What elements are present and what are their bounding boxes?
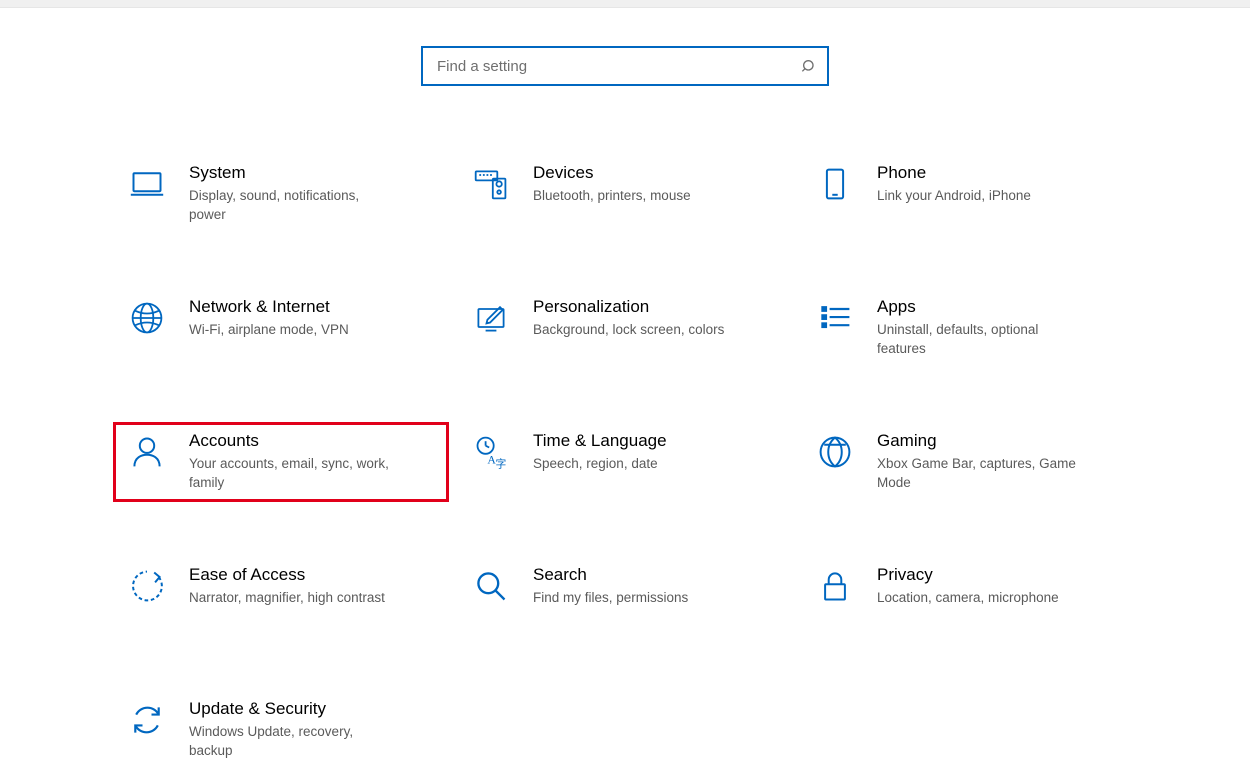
tile-apps[interactable]: Apps Uninstall, defaults, optional featu… — [801, 288, 1137, 368]
phone-icon — [815, 164, 855, 204]
tile-privacy[interactable]: Privacy Location, camera, microphone — [801, 556, 1137, 636]
tile-title: Apps — [877, 296, 1117, 318]
search-input[interactable] — [435, 57, 801, 76]
tile-title: Privacy — [877, 564, 1117, 586]
tile-update-security[interactable]: Update & Security Windows Update, recove… — [113, 690, 449, 769]
search-box[interactable] — [421, 46, 829, 86]
gaming-icon — [815, 432, 855, 472]
update-icon — [127, 700, 167, 740]
accounts-icon — [127, 432, 167, 472]
settings-grid: System Display, sound, notifications, po… — [113, 154, 1137, 769]
globe-icon — [127, 298, 167, 338]
tile-title: Devices — [533, 162, 773, 184]
tile-gaming[interactable]: Gaming Xbox Game Bar, captures, Game Mod… — [801, 422, 1137, 502]
tile-title: Time & Language — [533, 430, 773, 452]
tile-desc: Speech, region, date — [533, 454, 743, 473]
tile-title: Ease of Access — [189, 564, 429, 586]
system-icon — [127, 164, 167, 204]
tile-desc: Find my files, permissions — [533, 588, 743, 607]
tile-personalization[interactable]: Personalization Background, lock screen,… — [457, 288, 793, 368]
tile-desc: Your accounts, email, sync, work, family — [189, 454, 399, 492]
tile-desc: Uninstall, defaults, optional features — [877, 320, 1087, 358]
tile-devices[interactable]: Devices Bluetooth, printers, mouse — [457, 154, 793, 234]
devices-icon — [471, 164, 511, 204]
apps-icon — [815, 298, 855, 338]
personalization-icon — [471, 298, 511, 338]
window-top-border — [0, 0, 1250, 8]
search-tile-icon — [471, 566, 511, 606]
tile-phone[interactable]: Phone Link your Android, iPhone — [801, 154, 1137, 234]
tile-search[interactable]: Search Find my files, permissions — [457, 556, 793, 636]
tile-desc: Windows Update, recovery, backup — [189, 722, 399, 760]
tile-desc: Display, sound, notifications, power — [189, 186, 399, 224]
tile-title: System — [189, 162, 429, 184]
tile-title: Update & Security — [189, 698, 429, 720]
svg-text:字: 字 — [496, 457, 507, 470]
tile-title: Accounts — [189, 430, 429, 452]
tile-title: Personalization — [533, 296, 773, 318]
tile-desc: Bluetooth, printers, mouse — [533, 186, 743, 205]
tile-desc: Link your Android, iPhone — [877, 186, 1087, 205]
tile-title: Gaming — [877, 430, 1117, 452]
search-icon — [801, 58, 817, 74]
tile-system[interactable]: System Display, sound, notifications, po… — [113, 154, 449, 234]
tile-title: Network & Internet — [189, 296, 429, 318]
ease-of-access-icon — [127, 566, 167, 606]
tile-time-language[interactable]: A 字 Time & Language Speech, region, date — [457, 422, 793, 502]
time-language-icon: A 字 — [471, 432, 511, 472]
tile-desc: Background, lock screen, colors — [533, 320, 743, 339]
tile-desc: Xbox Game Bar, captures, Game Mode — [877, 454, 1087, 492]
tile-ease-of-access[interactable]: Ease of Access Narrator, magnifier, high… — [113, 556, 449, 636]
tile-desc: Narrator, magnifier, high contrast — [189, 588, 399, 607]
tile-desc: Wi-Fi, airplane mode, VPN — [189, 320, 399, 339]
tile-title: Search — [533, 564, 773, 586]
tile-desc: Location, camera, microphone — [877, 588, 1087, 607]
lock-icon — [815, 566, 855, 606]
tile-accounts[interactable]: Accounts Your accounts, email, sync, wor… — [113, 422, 449, 502]
tile-title: Phone — [877, 162, 1117, 184]
tile-network[interactable]: Network & Internet Wi-Fi, airplane mode,… — [113, 288, 449, 368]
